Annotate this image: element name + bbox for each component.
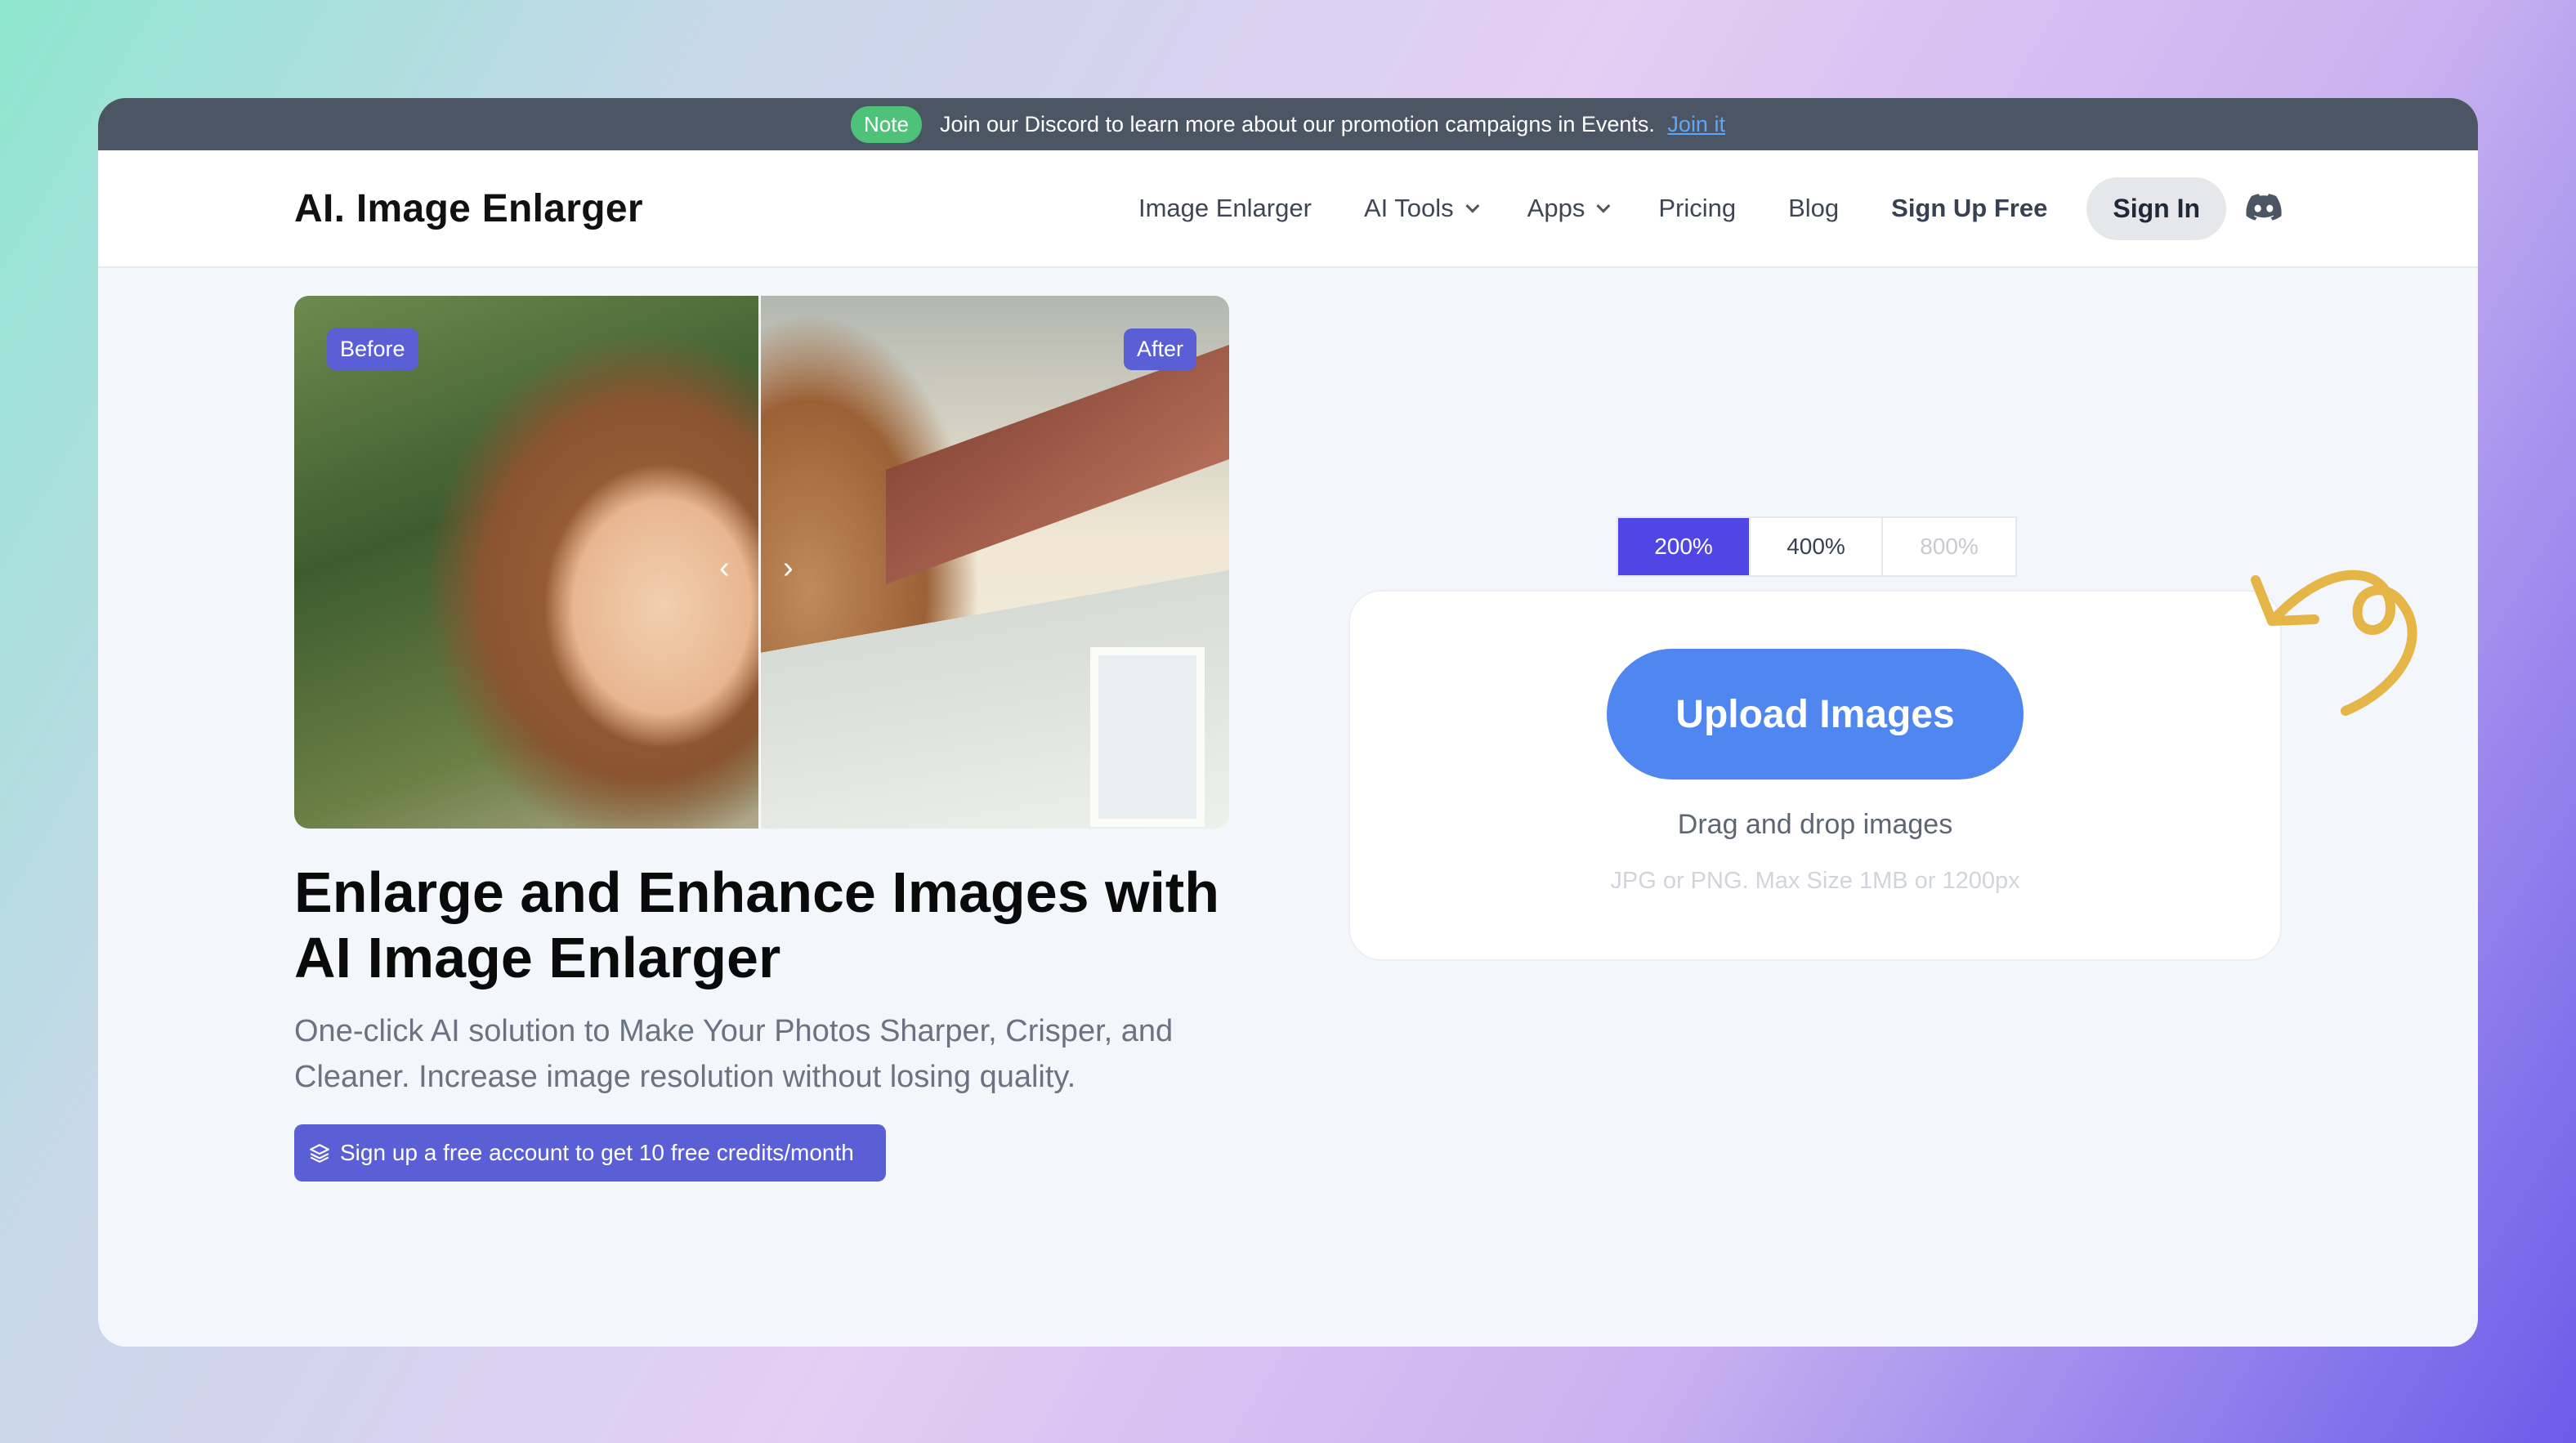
- curly-arrow-icon: [2251, 570, 2417, 716]
- before-label: Before: [327, 328, 418, 370]
- main-nav: Image Enlarger AI Tools Apps Pricing Blo…: [1138, 176, 2282, 240]
- free-credits-label: Sign up a free account to get 10 free cr…: [340, 1140, 854, 1165]
- nav-image-enlarger[interactable]: Image Enlarger: [1138, 194, 1312, 223]
- nav-blog[interactable]: Blog: [1788, 194, 1839, 223]
- page-title: Enlarge and Enhance Images with AI Image…: [294, 860, 1219, 990]
- chevron-down-icon: [1596, 199, 1611, 213]
- nav-apps[interactable]: Apps: [1527, 194, 1611, 223]
- sign-in-button[interactable]: Sign In: [2086, 176, 2226, 240]
- nav-label: AI Tools: [1363, 194, 1454, 222]
- scale-selector: 200% 400% 800%: [1617, 516, 2017, 577]
- nav-ai-tools[interactable]: AI Tools: [1363, 194, 1479, 223]
- scale-400-option[interactable]: 400%: [1751, 518, 1883, 575]
- scale-800-option[interactable]: 800%: [1883, 518, 2015, 575]
- discord-icon[interactable]: [2246, 194, 2282, 223]
- browser-window: Note Join our Discord to learn more abou…: [98, 98, 2478, 1347]
- chevron-right-icon[interactable]: ›: [783, 551, 794, 586]
- nav-label: Apps: [1527, 194, 1585, 222]
- layers-icon: [310, 1144, 329, 1163]
- after-image: [760, 296, 1229, 829]
- notice-message: Join our Discord to learn more about our…: [939, 111, 1655, 136]
- after-label: After: [1123, 328, 1196, 370]
- navbar: AI. Image Enlarger Image Enlarger AI Too…: [98, 150, 2478, 268]
- before-after-comparison[interactable]: ‹ › Before After: [294, 296, 1229, 829]
- note-badge: Note: [851, 105, 922, 143]
- house-window: [1090, 647, 1205, 827]
- free-credits-button[interactable]: Sign up a free account to get 10 free cr…: [294, 1124, 886, 1182]
- drag-drop-text: Drag and drop images: [1677, 809, 1953, 840]
- nav-label: Image Enlarger: [1138, 194, 1312, 222]
- house-roof: [886, 345, 1229, 584]
- before-image: [294, 296, 760, 829]
- chevron-left-icon[interactable]: ‹: [719, 551, 730, 586]
- join-discord-link[interactable]: Join it: [1667, 112, 1725, 136]
- nav-pricing[interactable]: Pricing: [1658, 194, 1736, 223]
- file-requirements-hint: JPG or PNG. Max Size 1MB or 1200px: [1610, 868, 2020, 894]
- upload-dropzone[interactable]: Upload Images Drag and drop images JPG o…: [1348, 590, 2282, 961]
- comparison-slider-handle[interactable]: [758, 296, 761, 829]
- scale-200-option[interactable]: 200%: [1618, 518, 1751, 575]
- nav-label: Pricing: [1658, 194, 1737, 222]
- notice-text: Join our Discord to learn more about our…: [940, 112, 1725, 137]
- sign-up-free-link[interactable]: Sign Up Free: [1891, 194, 2047, 223]
- chevron-down-icon: [1465, 199, 1479, 213]
- upload-images-button[interactable]: Upload Images: [1607, 649, 2024, 780]
- site-logo[interactable]: AI. Image Enlarger: [294, 186, 643, 231]
- nav-label: Blog: [1788, 194, 1840, 222]
- page-subtitle: One-click AI solution to Make Your Photo…: [294, 1014, 1174, 1094]
- notice-bar: Note Join our Discord to learn more abou…: [98, 98, 2478, 150]
